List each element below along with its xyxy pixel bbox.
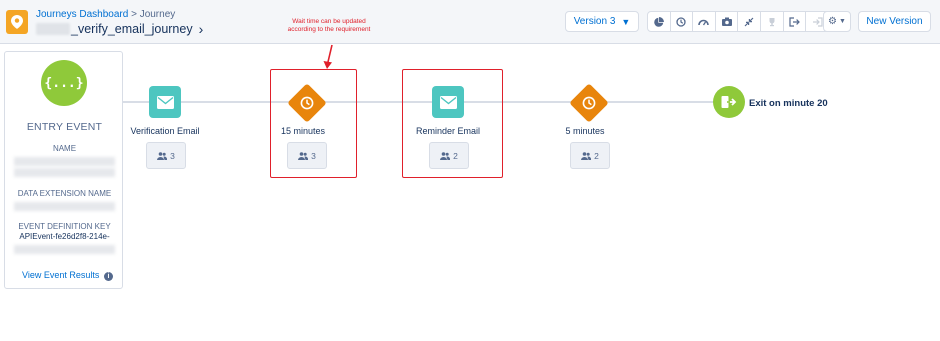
pie-chart-icon[interactable] [648, 12, 671, 31]
users-icon [581, 151, 592, 160]
exit-label: Exit on minute 20 [749, 98, 828, 109]
gear-icon: ⚙ [828, 16, 838, 27]
annotation-note: Wait time can be updated according to th… [287, 18, 371, 34]
breadcrumb-current: Journey [139, 9, 176, 20]
email-activity-node[interactable] [149, 86, 181, 118]
entry-event-title: ENTRY EVENT [26, 121, 103, 133]
wait-highlight-box [270, 69, 357, 178]
exit-door-icon [721, 96, 737, 108]
caret-down-icon: ▼ [839, 18, 846, 25]
exit-icon[interactable] [784, 12, 807, 31]
contact-count-badge[interactable]: 3 [146, 142, 186, 169]
settings-button[interactable]: ⚙ ▼ [823, 11, 851, 32]
event-definition-label: EVENT DEFINITION KEY [18, 222, 111, 231]
breadcrumb-separator: > [131, 9, 137, 20]
journey-header: Journeys Dashboard > Journey _verify_ema… [0, 0, 940, 44]
version-select-button[interactable]: Version 3 ▼ [565, 11, 639, 32]
info-icon[interactable]: i [104, 272, 113, 281]
users-icon [157, 151, 168, 160]
collapse-icon[interactable] [738, 12, 761, 31]
breadcrumb-journeys-dashboard[interactable]: Journeys Dashboard [36, 9, 128, 20]
clock-icon [569, 83, 609, 123]
journey-toolbar [647, 11, 830, 32]
camera-icon[interactable] [716, 12, 739, 31]
contact-count: 2 [594, 150, 599, 161]
activity-label: Verification Email [130, 126, 200, 136]
caret-down-icon: ▼ [621, 16, 631, 27]
view-event-results-link[interactable]: View Event Results [22, 270, 99, 280]
api-event-icon: {...} [41, 60, 87, 106]
data-extension-label: DATA EXTENSION NAME [17, 189, 112, 198]
redacted-text [36, 23, 70, 35]
redacted-text [14, 168, 115, 177]
trophy-icon [761, 12, 784, 31]
journey-canvas: {...} ENTRY EVENT NAME DATA EXTENSION NA… [0, 45, 940, 341]
contact-count-badge[interactable]: 2 [570, 142, 610, 169]
version-label: Version 3 [573, 16, 616, 27]
map-pin-icon [6, 10, 28, 34]
history-icon[interactable] [671, 12, 694, 31]
redacted-text [14, 202, 115, 211]
entry-name-label: NAME [52, 144, 77, 153]
annotation-arrow-icon [323, 44, 333, 69]
chevron-right-icon[interactable]: › [199, 21, 204, 37]
journey-name: _verify_email_journey [71, 22, 193, 36]
redacted-text [14, 157, 115, 166]
gauge-icon[interactable] [693, 12, 716, 31]
journey-title: _verify_email_journey › [36, 21, 203, 37]
envelope-icon [156, 95, 174, 109]
event-definition-value: APIEvent-fe26d2f8-214e- [19, 232, 110, 241]
contact-count: 3 [170, 150, 175, 161]
new-version-button[interactable]: New Version [858, 11, 931, 32]
entry-event-card[interactable]: {...} ENTRY EVENT NAME DATA EXTENSION NA… [4, 51, 123, 289]
activity-label: 5 minutes [565, 126, 605, 136]
email-highlight-box [402, 69, 503, 178]
breadcrumb: Journeys Dashboard > Journey [36, 9, 175, 20]
redacted-text [14, 245, 115, 254]
exit-node[interactable] [713, 86, 745, 118]
